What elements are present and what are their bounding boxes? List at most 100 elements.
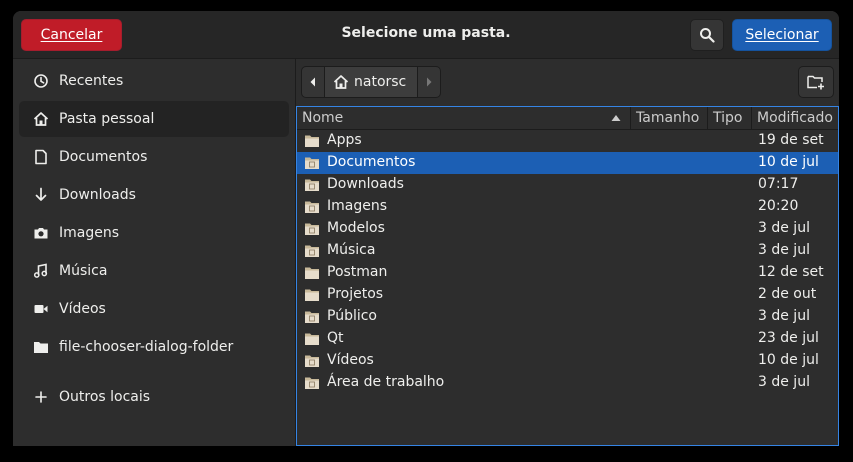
path-segment-home[interactable]: natorsc <box>324 67 418 97</box>
file-row[interactable]: Projetos 2 de out <box>297 284 838 306</box>
music-icon <box>33 263 49 279</box>
column-header-size[interactable]: Tamanho <box>631 107 708 129</box>
new-folder-icon <box>807 75 824 90</box>
cancel-button[interactable]: Cancelar <box>21 19 122 51</box>
file-modified: 19 de set <box>758 132 824 148</box>
places-sidebar: Recentes Pasta pessoal Documentos Downlo… <box>13 59 296 446</box>
search-button[interactable] <box>690 19 724 51</box>
folder-icon <box>305 223 319 235</box>
sidebar-item-recentes[interactable]: Recentes <box>19 63 289 99</box>
file-name: Área de trabalho <box>327 374 445 390</box>
path-forward-button[interactable] <box>418 67 440 97</box>
column-label: Modificado <box>757 110 833 126</box>
file-name: Apps <box>327 132 362 148</box>
file-name: Documentos <box>327 154 416 170</box>
file-modified: 3 de jul <box>758 220 810 236</box>
file-name: Downloads <box>327 176 404 192</box>
file-name: Projetos <box>327 286 384 302</box>
file-modified: 3 de jul <box>758 308 810 324</box>
file-modified: 23 de jul <box>758 330 819 346</box>
file-browser: natorsc Nome Tamanho Tipo Modificado App… <box>296 59 839 446</box>
column-header-modified[interactable]: Modificado <box>752 107 838 129</box>
file-row[interactable]: Documentos 10 de jul <box>297 152 838 174</box>
file-row[interactable]: Postman 12 de set <box>297 262 838 284</box>
file-row[interactable]: Música 3 de jul <box>297 240 838 262</box>
file-modified: 10 de jul <box>758 352 819 368</box>
sidebar-item-label: Downloads <box>59 187 136 203</box>
sidebar-item-file-chooser-dialog-folder[interactable]: file-chooser-dialog-folder <box>19 329 289 365</box>
sidebar-item-label: Outros locais <box>59 389 151 405</box>
file-name: Postman <box>327 264 388 280</box>
sort-ascending-icon <box>611 115 621 121</box>
folder-icon <box>305 157 319 169</box>
folder-icon <box>305 311 319 323</box>
dialog-title: Selecione uma pasta. <box>341 25 511 41</box>
sidebar-item-label: Música <box>59 263 108 279</box>
file-name: Imagens <box>327 198 388 214</box>
file-modified: 20:20 <box>758 198 799 214</box>
file-name: Modelos <box>327 220 385 236</box>
select-label: Selecionar <box>745 27 819 43</box>
file-modified: 12 de set <box>758 264 824 280</box>
file-name: Qt <box>327 330 344 346</box>
folder-icon <box>305 377 319 389</box>
folder-icon <box>305 289 319 301</box>
file-name: Vídeos <box>327 352 374 368</box>
document-icon <box>33 149 49 165</box>
file-row[interactable]: Modelos 3 de jul <box>297 218 838 240</box>
file-name: Música <box>327 242 376 258</box>
file-list[interactable]: Nome Tamanho Tipo Modificado Apps 19 de s… <box>296 106 839 446</box>
sidebar-item-downloads[interactable]: Downloads <box>19 177 289 213</box>
folder-icon <box>305 333 319 345</box>
file-modified: 3 de jul <box>758 242 810 258</box>
search-icon <box>700 28 715 43</box>
path-back-button[interactable] <box>302 67 324 97</box>
folder-icon <box>33 339 49 355</box>
sidebar-item-musica[interactable]: Música <box>19 253 289 289</box>
cancel-label: Cancelar <box>40 27 103 43</box>
file-row[interactable]: Qt 23 de jul <box>297 328 838 350</box>
folder-icon <box>305 201 319 213</box>
column-header-type[interactable]: Tipo <box>708 107 752 129</box>
folder-icon <box>305 179 319 191</box>
folder-icon <box>305 135 319 147</box>
clock-icon <box>33 73 49 89</box>
sidebar-item-label: Pasta pessoal <box>59 111 155 127</box>
file-modified: 07:17 <box>758 176 799 192</box>
home-icon <box>333 75 349 89</box>
sidebar-item-label: Vídeos <box>59 301 106 317</box>
file-modified: 3 de jul <box>758 374 810 390</box>
file-chooser-dialog: Cancelar Selecione uma pasta. Selecionar… <box>13 11 839 446</box>
file-modified: 10 de jul <box>758 154 819 170</box>
sidebar-item-outros-locais[interactable]: Outros locais <box>19 379 289 415</box>
file-row[interactable]: Downloads 07:17 <box>297 174 838 196</box>
sidebar-item-label: Documentos <box>59 149 148 165</box>
download-icon <box>33 187 49 203</box>
file-row[interactable]: Público 3 de jul <box>297 306 838 328</box>
file-row[interactable]: Apps 19 de set <box>297 130 838 152</box>
path-bar: natorsc <box>301 66 441 98</box>
video-icon <box>33 301 49 317</box>
chevron-right-icon <box>427 77 432 87</box>
sidebar-item-videos[interactable]: Vídeos <box>19 291 289 327</box>
column-header-row: Nome Tamanho Tipo Modificado <box>297 107 838 130</box>
sidebar-item-documentos[interactable]: Documentos <box>19 139 289 175</box>
chevron-left-icon <box>310 77 315 87</box>
path-segment-label: natorsc <box>354 74 407 90</box>
folder-icon <box>305 355 319 367</box>
new-folder-button[interactable] <box>798 66 834 98</box>
plus-icon <box>33 389 49 405</box>
folder-icon <box>305 267 319 279</box>
column-header-name[interactable]: Nome <box>297 107 631 129</box>
sidebar-item-imagens[interactable]: Imagens <box>19 215 289 251</box>
select-button[interactable]: Selecionar <box>732 19 832 51</box>
column-label: Nome <box>302 110 344 126</box>
sidebar-item-label: Imagens <box>59 225 120 241</box>
file-row[interactable]: Imagens 20:20 <box>297 196 838 218</box>
camera-icon <box>33 225 49 241</box>
sidebar-item-label: Recentes <box>59 73 124 89</box>
sidebar-item-pasta-pessoal[interactable]: Pasta pessoal <box>19 101 289 137</box>
file-row[interactable]: Área de trabalho 3 de jul <box>297 372 838 394</box>
file-row[interactable]: Vídeos 10 de jul <box>297 350 838 372</box>
folder-icon <box>305 245 319 257</box>
